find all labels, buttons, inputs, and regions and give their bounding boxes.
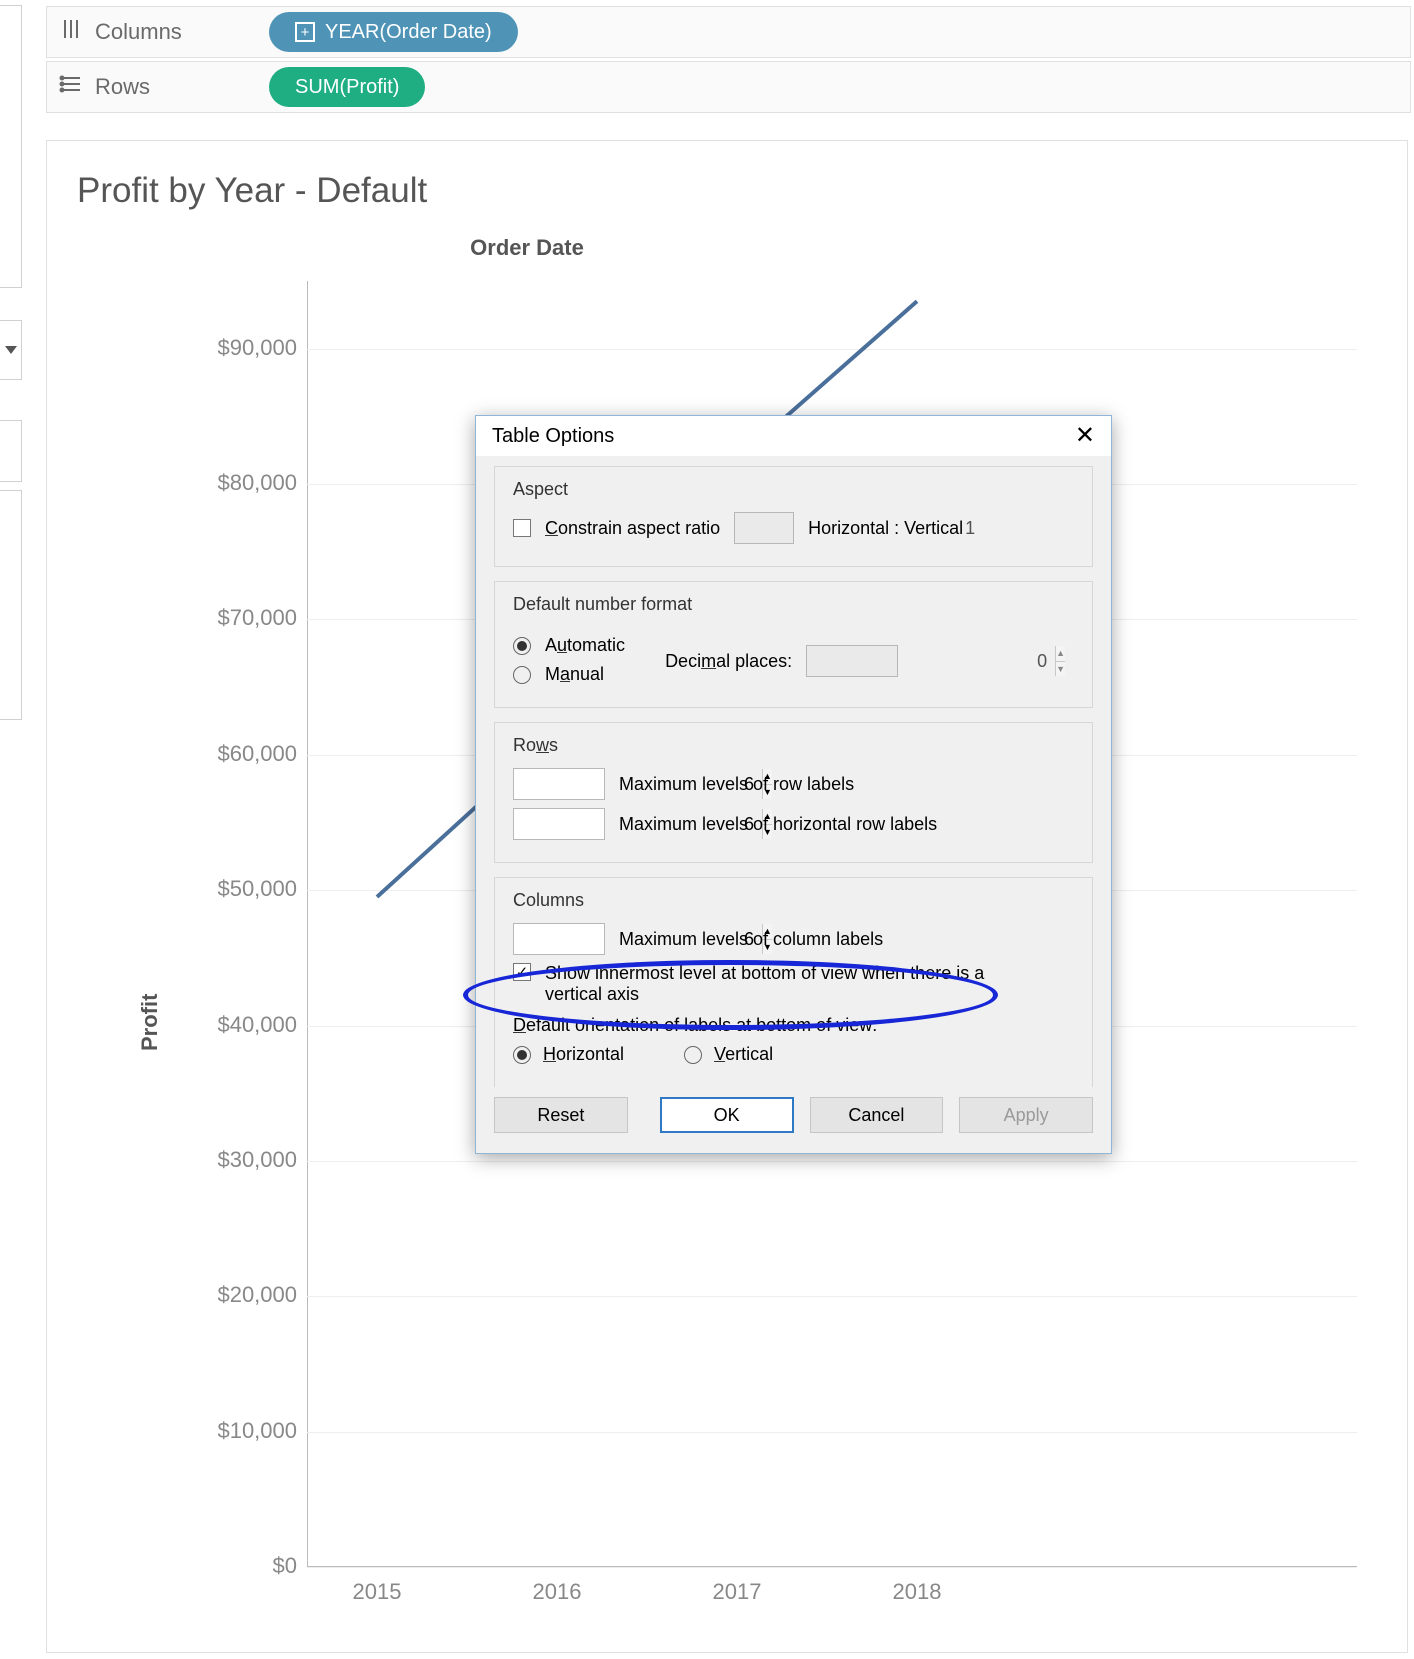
max-col-labels-label: Maximum levels of column labels [619, 929, 883, 950]
max-col-labels-input[interactable]: ▲▼ [513, 923, 605, 955]
columns-shelf-label: Columns [59, 17, 269, 47]
automatic-radio-label: Automatic [545, 635, 625, 656]
number-format-group: Default number format Automatic Manual D… [494, 581, 1093, 708]
max-row-labels-input[interactable]: ▲▼ [513, 768, 605, 800]
y-tick-label: $80,000 [187, 470, 297, 496]
y-tick-label: $90,000 [187, 335, 297, 361]
show-innermost-checkbox[interactable]: ✓ [513, 963, 531, 981]
table-options-dialog: Table Options ✕ Aspect Constrain aspect … [475, 415, 1112, 1154]
y-tick-label: $20,000 [187, 1282, 297, 1308]
sidebar-dropdown-button[interactable] [0, 320, 22, 380]
x-tick-label: 2015 [317, 1579, 437, 1605]
automatic-radio[interactable] [513, 637, 531, 655]
close-icon[interactable]: ✕ [1075, 424, 1095, 448]
rows-pill[interactable]: SUM(Profit) [269, 67, 425, 107]
apply-button: Apply [959, 1097, 1093, 1133]
rows-label-text: Rows [95, 74, 150, 100]
show-innermost-label: Show innermost level at bottom of view w… [545, 963, 1005, 1005]
cancel-button[interactable]: Cancel [810, 1097, 944, 1133]
x-tick-label: 2018 [857, 1579, 977, 1605]
y-tick-label: $10,000 [187, 1418, 297, 1444]
y-tick-label: $30,000 [187, 1147, 297, 1173]
x-tick-label: 2017 [677, 1579, 797, 1605]
columns-group-title: Columns [513, 890, 1074, 911]
horizontal-radio[interactable] [513, 1046, 531, 1064]
max-row-labels-label: Maximum levels of row labels [619, 774, 854, 795]
constrain-aspect-checkbox[interactable] [513, 519, 531, 537]
sidebar-fragment [0, 5, 22, 288]
orientation-heading: Default orientation of labels at bottom … [513, 1015, 1074, 1036]
stepper-up-icon: ▲ [1056, 646, 1065, 662]
x-tick-label: 2016 [497, 1579, 617, 1605]
rows-pill-text: SUM(Profit) [295, 76, 399, 99]
sidebar-fragment [0, 490, 22, 720]
decimal-places-label: Decimal places: [665, 651, 792, 672]
manual-radio[interactable] [513, 666, 531, 684]
number-format-title: Default number format [513, 594, 1074, 615]
rows-group: Rows ▲▼ Maximum levels of row labels ▲▼ … [494, 722, 1093, 863]
sidebar-fragment [0, 420, 22, 482]
columns-pill[interactable]: + YEAR(Order Date) [269, 12, 518, 52]
decimal-places-input: ▲▼ [806, 645, 898, 677]
aspect-group: Aspect Constrain aspect ratio Horizontal… [494, 466, 1093, 567]
columns-shelf[interactable]: Columns + YEAR(Order Date) [46, 6, 1411, 58]
y-tick-label: $60,000 [187, 741, 297, 767]
max-hrow-labels-input[interactable]: ▲▼ [513, 808, 605, 840]
manual-radio-label: Manual [545, 664, 604, 685]
rows-icon [59, 72, 83, 102]
y-tick-label: $70,000 [187, 605, 297, 631]
dialog-title: Table Options [492, 425, 614, 448]
gridline [307, 1567, 1357, 1568]
ok-button[interactable]: OK [660, 1097, 794, 1133]
rows-shelf[interactable]: Rows SUM(Profit) [46, 61, 1411, 113]
y-tick-label: $0 [187, 1553, 297, 1579]
x-axis-title: Order Date [147, 235, 907, 261]
aspect-group-title: Aspect [513, 479, 1074, 500]
vertical-radio[interactable] [684, 1046, 702, 1064]
columns-group: Columns ▲▼ Maximum levels of column labe… [494, 877, 1093, 1087]
rows-shelf-label: Rows [59, 72, 269, 102]
horizontal-radio-label: Horizontal [543, 1044, 624, 1065]
reset-button[interactable]: Reset [494, 1097, 628, 1133]
stepper-down-icon: ▼ [1056, 662, 1065, 677]
aspect-ratio-suffix: Horizontal : Vertical [808, 518, 963, 539]
columns-icon [59, 17, 83, 47]
y-tick-label: $40,000 [187, 1012, 297, 1038]
columns-label-text: Columns [95, 19, 182, 45]
aspect-ratio-input [734, 512, 794, 544]
caret-down-icon [5, 346, 17, 354]
expand-icon[interactable]: + [295, 22, 315, 42]
y-tick-label: $50,000 [187, 876, 297, 902]
max-hrow-labels-label: Maximum levels of horizontal row labels [619, 814, 937, 835]
vertical-radio-label: Vertical [714, 1044, 773, 1065]
y-axis-title: Profit [137, 994, 163, 1051]
chart-title: Profit by Year - Default [47, 141, 1407, 221]
constrain-aspect-label: Constrain aspect ratio [545, 518, 720, 539]
rows-group-title: Rows [513, 735, 1074, 756]
columns-pill-text: YEAR(Order Date) [325, 21, 492, 44]
